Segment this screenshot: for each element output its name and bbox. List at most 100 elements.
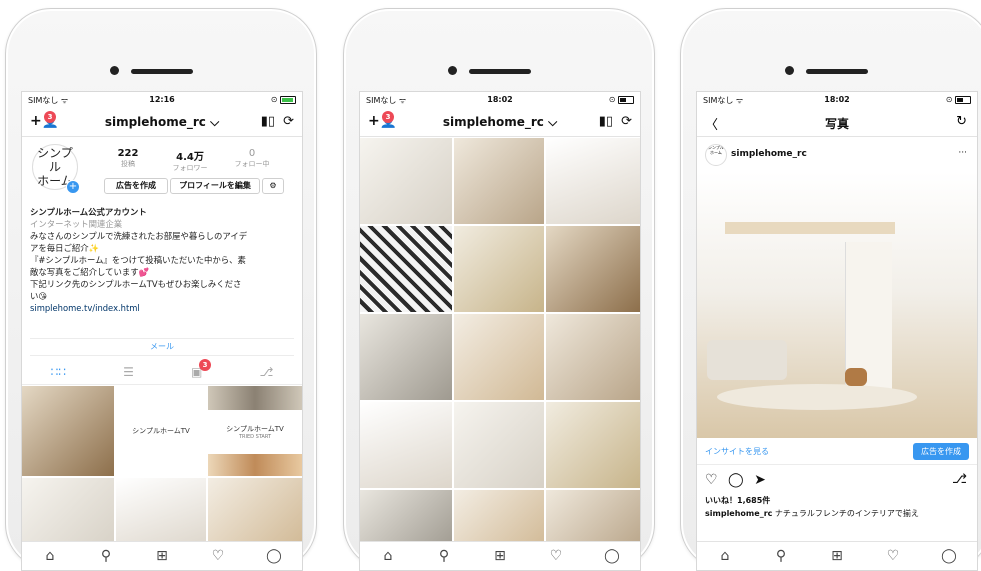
insights-icon[interactable]: ▮▯ [261, 114, 275, 129]
refresh-icon[interactable]: ↻ [956, 114, 967, 129]
add-icon[interactable]: ⊞ [827, 548, 847, 564]
grid-photo[interactable]: シンプルホームTV [116, 386, 206, 476]
alarm-icon: ⊙ [945, 95, 953, 104]
grid-photo[interactable] [454, 138, 544, 224]
posts-label: 投稿 [121, 160, 135, 168]
bottom-tab-bar: ⌂ ⚲ ⊞ ♡ ◯ [360, 541, 640, 570]
post-photo[interactable] [697, 172, 977, 438]
status-bar: SIMなし ᯤ 18:02 ⊙ [360, 92, 640, 108]
like-count[interactable]: いいね！1,685件 [705, 495, 770, 506]
following-stat[interactable]: 0 フォロー中 [228, 148, 276, 169]
home-icon[interactable]: ⌂ [40, 548, 60, 564]
edit-profile-button[interactable]: プロフィールを編集 [170, 178, 260, 194]
grid-photo[interactable] [22, 478, 114, 548]
post-username[interactable]: simplehome_rc [731, 149, 807, 159]
bio-line: 『#シンプルホーム』をつけて投稿いただいた中から、素 [30, 255, 246, 265]
speaker [131, 69, 193, 74]
profile-link[interactable]: simplehome.tv/index.html [30, 302, 292, 314]
alarm-icon: ⊙ [270, 95, 278, 104]
post-screen: SIMなし ᯤ 18:02 ⊙ 〈 写真 ↻ シンプル ホーム simpleho… [696, 91, 978, 571]
speaker [469, 69, 531, 74]
following-label: フォロー中 [234, 160, 270, 168]
caption-username[interactable]: simplehome_rc [705, 509, 772, 518]
search-icon[interactable]: ⚲ [434, 548, 454, 564]
clock: 12:16 [149, 95, 175, 104]
home-icon[interactable]: ⌂ [378, 548, 398, 564]
grid-photo[interactable] [360, 138, 452, 224]
profile-icon[interactable]: ◯ [939, 548, 959, 564]
header-actions: ▮▯ ⟳ [253, 114, 294, 129]
grid-photo[interactable] [360, 402, 452, 488]
following-count: 0 [248, 148, 256, 159]
grid-photo[interactable] [546, 226, 640, 312]
followers-stat[interactable]: 4.4万 フォロワー [166, 148, 214, 173]
grid-photo[interactable] [454, 402, 544, 488]
email-button[interactable]: メール [30, 338, 294, 356]
followers-count: 4.4万 [176, 152, 204, 163]
grid-photo[interactable] [454, 314, 544, 400]
archive-icon[interactable]: ⟳ [283, 114, 294, 129]
insights-bar: インサイトを見る 広告を作成 [697, 438, 977, 465]
profile-icon[interactable]: ◯ [602, 548, 622, 564]
heart-icon[interactable]: ♡ [208, 548, 228, 564]
bio-line: 敵な写真をご紹介しています💕 [30, 267, 150, 277]
grid-photo[interactable]: シンプルホームTV TRIED START [208, 412, 302, 452]
promote-button[interactable]: 広告を作成 [913, 443, 969, 460]
status-right: ⊙ [946, 95, 971, 104]
search-icon[interactable]: ⚲ [96, 548, 116, 564]
grid-photo[interactable] [116, 478, 206, 548]
grid-text: シンプルホームTV [132, 427, 190, 435]
tagged-icon[interactable]: ▣ 3 [191, 359, 212, 379]
grid-subtext: TRIED START [238, 434, 272, 440]
battery-icon [955, 95, 971, 104]
ceiling-beam [725, 222, 895, 234]
home-icon[interactable]: ⌂ [715, 548, 735, 564]
grid-photo[interactable] [360, 226, 452, 312]
grid-photo[interactable] [208, 478, 302, 548]
grid-photo[interactable] [546, 314, 640, 400]
phone-profile: SIMなし ᯤ 12:16 ⊙ +👤 3 simplehome_rc ⌵ ▮▯⟳… [5, 8, 317, 571]
like-heart-icon[interactable]: ♡ [705, 472, 718, 488]
camera [448, 66, 457, 75]
grid-photo[interactable] [22, 386, 114, 476]
insights-link[interactable]: インサイトを見る [705, 446, 769, 457]
grid-view-icon[interactable]: ∷∷ [51, 365, 66, 379]
search-icon[interactable]: ⚲ [771, 548, 791, 564]
share-icon[interactable]: ➤ [754, 472, 766, 488]
saved-icon[interactable]: ⎇ [260, 365, 274, 379]
battery-icon [280, 95, 296, 104]
grid-photo[interactable] [208, 454, 302, 476]
grid-photo[interactable] [546, 138, 640, 224]
rug [717, 384, 917, 410]
grid-photo[interactable] [454, 226, 544, 312]
post-actions: ♡ ◯ ➤ [705, 472, 766, 488]
grid-photo[interactable] [546, 402, 640, 488]
grid-photo[interactable] [360, 314, 452, 400]
bio-line: アを毎日ご紹介✨ [30, 243, 100, 253]
camera [110, 66, 119, 75]
settings-gear-icon[interactable]: ⚙ [262, 178, 284, 194]
profile-icon[interactable]: ◯ [264, 548, 284, 564]
add-icon[interactable]: ⊞ [152, 548, 172, 564]
phone-grid: SIMなし ᯤ 18:02 ⊙ +👤 3 simplehome_rc ⌵ ▮▯⟳… [343, 8, 655, 571]
bottom-tab-bar: ⌂ ⚲ ⊞ ♡ ◯ [22, 541, 302, 570]
comment-icon[interactable]: ◯ [728, 472, 744, 488]
promote-button[interactable]: 広告を作成 [104, 178, 168, 194]
avatar-line-1: シンプル [37, 146, 73, 174]
bio-line: 下記リンク先のシンプルホームTVもぜひお楽しみくださ [30, 279, 242, 289]
heart-icon[interactable]: ♡ [883, 548, 903, 564]
header-actions: ▮▯ ⟳ [591, 114, 632, 129]
grid-text: シンプルホームTV [226, 425, 284, 433]
profile-category: インターネット関連企業 [30, 219, 123, 229]
post-avatar[interactable]: シンプル ホーム [705, 144, 727, 166]
bookmark-icon[interactable]: ⎇ [952, 472, 967, 487]
heart-icon[interactable]: ♡ [546, 548, 566, 564]
list-view-icon[interactable]: ☰ [123, 365, 134, 379]
add-icon[interactable]: ⊞ [490, 548, 510, 564]
insights-icon[interactable]: ▮▯ [599, 114, 613, 129]
grid-photo[interactable] [208, 386, 302, 410]
alarm-icon: ⊙ [608, 95, 616, 104]
more-options-icon[interactable]: ··· [958, 148, 967, 158]
archive-icon[interactable]: ⟳ [621, 114, 632, 129]
add-story-icon[interactable]: + [66, 180, 80, 194]
